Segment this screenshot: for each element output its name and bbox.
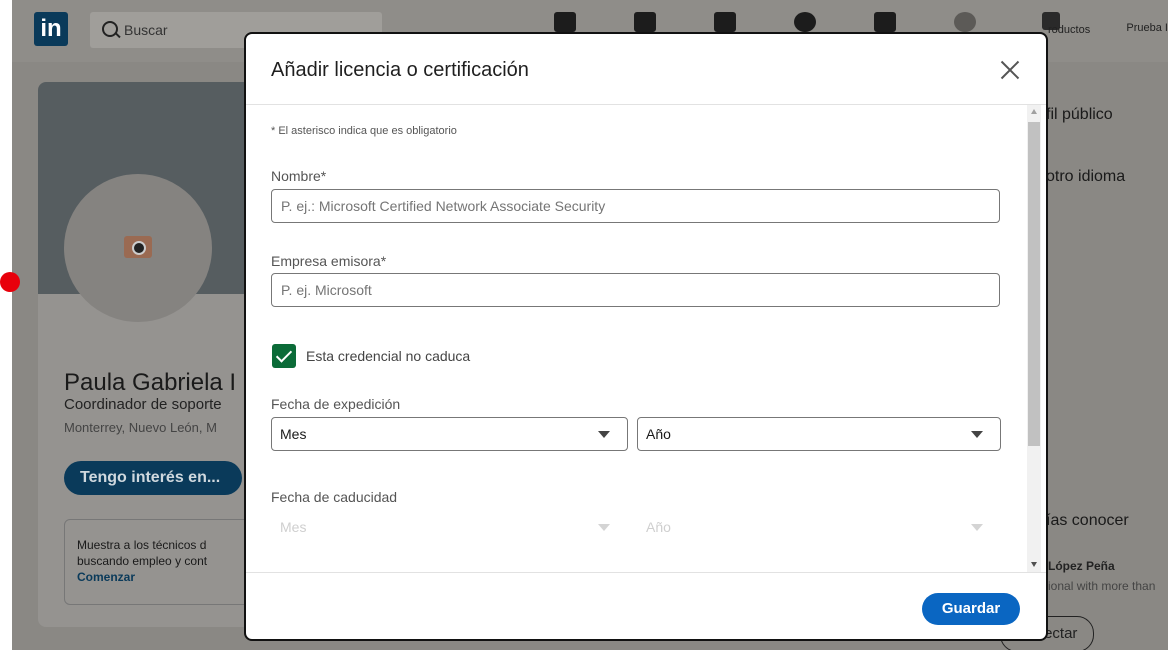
network-icon[interactable] xyxy=(634,12,656,32)
dialog-header: Añadir licencia o certificación xyxy=(246,34,1046,105)
products-menu[interactable]: roductos xyxy=(1048,24,1090,36)
screen: in Buscar roductos Prueba I Paula Gabrie… xyxy=(0,0,1168,650)
premium-trial-link[interactable]: Prueba I xyxy=(1126,22,1168,34)
other-language-link[interactable]: otro idioma xyxy=(1046,168,1125,186)
issue-month-select[interactable]: Mes xyxy=(271,417,628,451)
profile-location: Monterrey, Nuevo León, M xyxy=(64,420,217,435)
issuer-input[interactable] xyxy=(271,273,1000,307)
promo-text-1: Muestra a los técnicos d xyxy=(77,538,207,552)
dialog-footer: Guardar xyxy=(246,572,1046,639)
expiry-year-select: Año xyxy=(637,510,1001,544)
close-icon[interactable] xyxy=(998,58,1022,82)
dialog-body[interactable]: * El asterisco indica que es obligatorio… xyxy=(246,105,1046,572)
home-icon[interactable] xyxy=(554,12,576,32)
messaging-icon[interactable] xyxy=(794,12,816,32)
search-icon xyxy=(102,21,118,37)
issue-year-value: Año xyxy=(646,426,671,442)
suggested-person-name[interactable]: López Peña xyxy=(1048,559,1115,573)
people-you-may-know-heading: ías conocer xyxy=(1046,512,1129,529)
avatar[interactable] xyxy=(954,12,976,32)
issue-date-label: Fecha de expedición xyxy=(271,396,401,412)
scroll-down-arrow-icon[interactable] xyxy=(1031,562,1037,567)
linkedin-logo-icon[interactable]: in xyxy=(34,12,68,46)
search-placeholder: Buscar xyxy=(124,22,168,38)
scroll-up-arrow-icon[interactable] xyxy=(1031,109,1037,114)
add-certification-dialog: Añadir licencia o certificación * El ast… xyxy=(244,32,1048,641)
no-expire-label[interactable]: Esta credencial no caduca xyxy=(306,348,470,364)
chevron-down-icon xyxy=(598,431,610,438)
expiry-year-value: Año xyxy=(646,519,671,535)
name-label: Nombre* xyxy=(271,168,327,184)
issuer-label: Empresa emisora* xyxy=(271,253,387,269)
dialog-title: Añadir licencia o certificación xyxy=(271,59,529,81)
expiry-month-value: Mes xyxy=(280,519,307,535)
notifications-icon[interactable] xyxy=(874,12,896,32)
public-profile-link[interactable]: fil público xyxy=(1046,106,1113,124)
scrollbar-thumb[interactable] xyxy=(1028,122,1040,446)
expiry-month-select: Mes xyxy=(271,510,628,544)
open-to-button[interactable]: Tengo interés en... xyxy=(64,461,242,495)
promo-text-2: buscando empleo y cont xyxy=(77,554,208,568)
left-margin xyxy=(0,0,12,650)
suggested-person-description: ional with more than xyxy=(1048,579,1156,593)
red-dot-marker xyxy=(0,272,20,292)
expiry-date-label: Fecha de caducidad xyxy=(271,489,398,505)
chevron-down-icon xyxy=(971,431,983,438)
name-input[interactable] xyxy=(271,189,1000,223)
issue-year-select[interactable]: Año xyxy=(637,417,1001,451)
required-note: * El asterisco indica que es obligatorio xyxy=(271,125,457,137)
chevron-down-icon xyxy=(971,524,983,531)
issue-month-value: Mes xyxy=(280,426,307,442)
jobs-icon[interactable] xyxy=(714,12,736,32)
camera-icon xyxy=(124,236,152,258)
no-expire-checkbox[interactable] xyxy=(272,344,296,368)
profile-name: Paula Gabriela I xyxy=(64,369,237,396)
profile-photo[interactable] xyxy=(64,174,212,322)
promo-link[interactable]: Comenzar xyxy=(77,570,135,584)
save-button[interactable]: Guardar xyxy=(922,593,1020,625)
chevron-down-icon xyxy=(598,524,610,531)
profile-headline: Coordinador de soporte xyxy=(64,396,222,413)
